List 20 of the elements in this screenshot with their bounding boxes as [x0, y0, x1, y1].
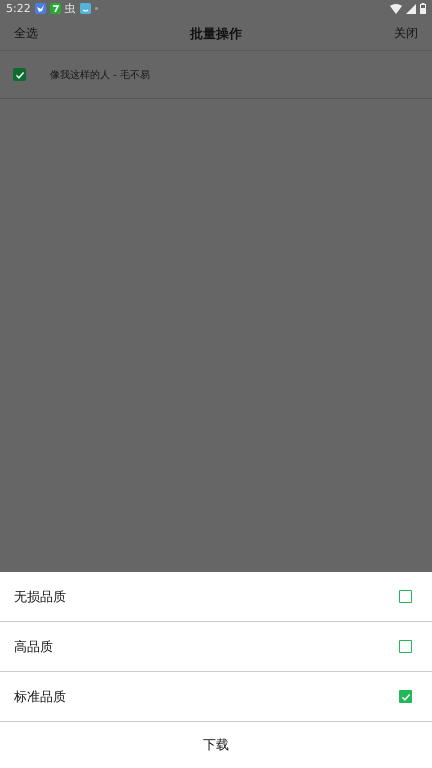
quality-option-label: 标准品质	[14, 688, 66, 706]
quality-option-label: 无损品质	[14, 588, 66, 606]
glyph-icon: 虫	[64, 1, 76, 16]
checkbox[interactable]	[399, 640, 412, 653]
face-app-icon	[80, 3, 91, 14]
checkbox[interactable]	[399, 690, 412, 703]
close-button[interactable]: 关闭	[394, 25, 418, 42]
clock-time: 5:22	[6, 2, 31, 15]
quality-option-label: 高品质	[14, 638, 53, 656]
page-title: 批量操作	[190, 26, 242, 42]
dot-icon	[94, 7, 98, 10]
wifi-icon	[390, 4, 402, 14]
app-icon	[50, 3, 61, 14]
song-title: 像我这样的人 - 毛不易	[50, 68, 150, 82]
checkbox[interactable]	[399, 590, 412, 603]
select-all-button[interactable]: 全选	[14, 25, 38, 42]
bird-app-icon	[34, 3, 46, 14]
battery-icon	[420, 3, 426, 14]
checkbox[interactable]	[13, 68, 26, 81]
signal-icon	[406, 4, 416, 14]
